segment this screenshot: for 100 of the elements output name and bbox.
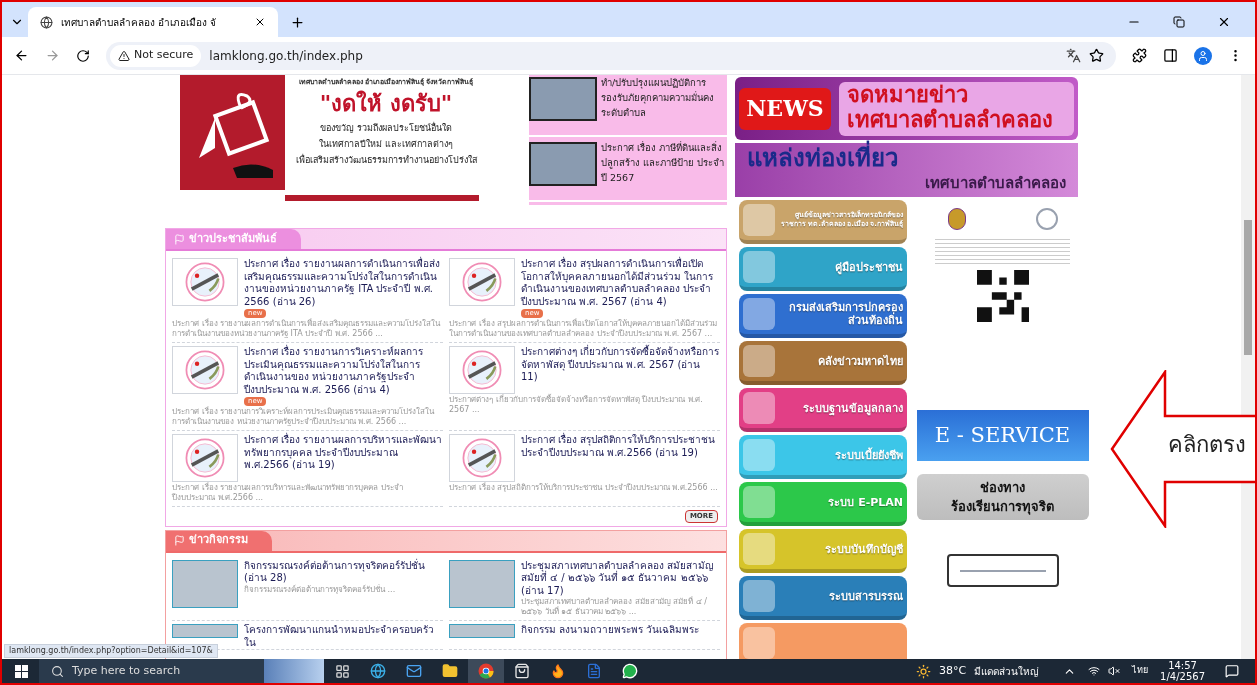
- extensions-icon[interactable]: [1132, 48, 1147, 63]
- close-tab-icon[interactable]: [254, 16, 266, 28]
- activity-title-link[interactable]: กิจกรรม ลงนามถวายพระพร วันเฉลิมพระ: [521, 624, 700, 637]
- news-summary: ประกาศ เรื่อง รายงานผลการดำเนินการเพื่อส่งเสริมคุณธรรมและความโปร่งใสในการดำเนินงานของหน่วยงานภาครัฐ ITA ประจำปี พ.ศ. 2566 ...: [172, 319, 442, 339]
- banner-text: ในเทศกาลปีใหม่ และเทศกาลต่างๆ: [319, 137, 453, 151]
- photo-placeholder: [172, 624, 238, 638]
- news-title-link[interactable]: ประกาศ เรื่อง สรุปผลการดำเนินการเพื่อเปิดโอกาสให้บุคคลภายนอกได้มีส่วนร่วม ในการดำเนินงานของเทศบาลตำบลลำคลอง ประจำปีงบประมาณ พ.ศ. 2567 (อ่าน 4): [521, 258, 720, 308]
- temperature-text[interactable]: 38°C: [938, 662, 967, 680]
- menu-link-button[interactable]: คลังข่าวมหาดไทย: [739, 341, 907, 385]
- activity-summary: ประชุมสภาเทศบาลตำบลลำคลอง สมัยสามัญ สมัยที่ ๔ / ๒๕๖๖ วันที่ ๑๕ ธันวาคม ๒๕๖๖ ...: [521, 597, 708, 617]
- seal-icon: [1035, 208, 1058, 230]
- warning-icon: [118, 49, 130, 62]
- task-view-icon[interactable]: [334, 663, 350, 679]
- weather-text[interactable]: มีแดดส่วนใหญ่: [974, 663, 1040, 679]
- new-tab-icon[interactable]: [290, 14, 305, 30]
- profile-avatar[interactable]: [1194, 46, 1212, 65]
- address-field[interactable]: Not secure lamklong.go.th/index.php: [106, 41, 1116, 70]
- emblem-thumbnail: [449, 434, 515, 482]
- flag-icon: [174, 535, 185, 546]
- menu-picture: [743, 251, 775, 283]
- site-icon: [40, 15, 53, 29]
- menu-link-button[interactable]: ระบบสารบรรณ: [739, 576, 907, 620]
- clock-date[interactable]: 1/4/2567: [1160, 671, 1205, 682]
- banner-title: จดหมายข่าว: [847, 81, 969, 107]
- newsletter-banner[interactable]: NEWS จดหมายข่าว เทศบาลตำบลลำคลอง: [735, 77, 1078, 140]
- activity-title-link[interactable]: กิจกรรมรณรงค์ต่อต้านการทุจริตคอร์รัปชั่น (อ่าน 28): [244, 559, 443, 585]
- side-panel-icon[interactable]: [1163, 48, 1178, 63]
- back-icon[interactable]: [14, 48, 29, 63]
- store-icon[interactable]: [514, 663, 530, 679]
- news-summary: ประกาศ เรื่อง สรุปผลการดำเนินการเพื่อเปิดโอกาสให้บุคคลภายนอกได้มีส่วนร่วม ในการดำเนินงานของเทศบาลตำบลลำคลอง ประจำปีงบประมาณ พ.ศ. 2567 ...: [449, 319, 719, 339]
- close-window-icon[interactable]: [1217, 15, 1231, 29]
- menu-picture: [743, 392, 775, 424]
- news-title-link[interactable]: ประกาศ เรื่อง รายงานการวิเคราะห์ผลการประเมินคุณธรรมและความโปร่งใสในการดำเนินงานของ หน่วยงานภาครัฐประจำปีงบประมาณ พ.ศ. 2566 (อ่าน 4): [244, 346, 443, 396]
- banner-subtitle: เทศบาลตำบลลำคลอง: [847, 106, 1054, 132]
- emblem-thumbnail: [449, 346, 515, 394]
- restore-icon[interactable]: [1173, 16, 1185, 28]
- news-link[interactable]: ประกาศ เรื่อง ภาษีที่ดินและสิ่งปลูกสร้าง และภาษีป้าย ประจำปี 2567: [601, 140, 727, 200]
- security-chip[interactable]: Not secure: [110, 44, 202, 67]
- document-icon[interactable]: [586, 663, 602, 679]
- complaint-button[interactable]: ช่องทาง ร้องเรียนการทุจริต: [916, 474, 1089, 520]
- activity-title-link[interactable]: ประชุมสภาเทศบาลตำบลลำคลอง สมัยสามัญ สมัยที่ ๔ / ๒๕๖๖ วันที่ ๑๕ ธันวาคม ๒๕๖๖ (อ่าน 17): [521, 559, 720, 597]
- news-summary: ประกาศต่างๆ เกี่ยวกับการจัดซื้อจัดจ้างหรือการจัดหาพัสดุ ปีงบประมาณ พ.ศ. 2567 ...: [449, 395, 704, 415]
- news-title-link[interactable]: ประกาศ เรื่อง สรุปสถิติการให้บริการประชาชน ประจำปีงบประมาณ พ.ศ.2566 (อ่าน 19): [521, 434, 720, 459]
- emblem-thumbnail: [172, 346, 238, 394]
- clock-time[interactable]: 14:57: [1168, 660, 1197, 671]
- menu-picture: [743, 533, 775, 565]
- qr-code-icon: [976, 270, 1029, 322]
- photo-placeholder: [172, 559, 238, 608]
- menu-picture: [743, 345, 775, 377]
- emblem-thumbnail: [172, 258, 238, 306]
- news-link[interactable]: ทำ/ปรับปรุงแผนปฏิบัติการรองรับภัยคุกคามความมั่นคงระดับตำบล: [601, 75, 727, 135]
- seal-icon: [947, 208, 966, 230]
- e-service-button[interactable]: E - SERVICE: [916, 410, 1089, 461]
- mail-icon[interactable]: [406, 663, 422, 679]
- flag-icon: [174, 233, 185, 245]
- windows-start-icon[interactable]: [15, 664, 28, 678]
- photo-placeholder: [529, 142, 597, 186]
- status-link-tooltip: lamklong.go.th/index.php?option=Detail&id=107&: [4, 644, 218, 658]
- notice-box[interactable]: [946, 554, 1059, 587]
- emblem-thumbnail: [172, 434, 238, 482]
- menu-picture: [743, 627, 775, 659]
- chrome-icon[interactable]: [478, 663, 494, 679]
- news-summary: ประกาศ เรื่อง รายงานผลการบริหารและพัฒนาทรัพยากรบุคคล ประจำปีงบประมาณ พ.ศ.2566 ...: [172, 483, 404, 503]
- forward-icon[interactable]: [45, 48, 60, 63]
- news-title-link[interactable]: ประกาศต่างๆ เกี่ยวกับการจัดซื้อจัดจ้างหรือการจัดหาพัสดุ ปีงบประมาณ พ.ศ. 2567 (อ่าน 11): [521, 346, 720, 384]
- news-summary: ประกาศ เรื่อง สรุปสถิติการให้บริการประชาชน ประจำปีงบประมาณ พ.ศ.2566 ...: [449, 483, 719, 493]
- banner-text: ของขวัญ รวมถึงผลประโยชน์อื่นใด: [320, 121, 452, 135]
- news-title-link[interactable]: ประกาศ เรื่อง รายงานผลการดำเนินการเพื่อส่งเสริมคุณธรรมและความโปร่งใสในการดำเนินงานของหน่วยงานภาครัฐ ITA ประจำปี พ.ศ. 2566 (อ่าน 26): [244, 258, 443, 308]
- menu-picture: [743, 439, 775, 471]
- browser-icon[interactable]: [370, 663, 386, 679]
- news-summary: ประกาศ เรื่อง รายงานการวิเคราะห์ผลการประเมินคุณธรรมและความโปร่งใสในการดำเนินงานของ หน่วยงานภาครัฐประจำปีงบประมาณ พ.ศ. 2566 ...: [172, 407, 436, 427]
- search-highlight-picture: [264, 659, 324, 683]
- flame-icon[interactable]: [550, 663, 566, 679]
- activity-title-link[interactable]: โครงการพัฒนาแกนนำหมอประจำครอบครัวใน: [244, 624, 443, 649]
- volume-muted-icon[interactable]: [1108, 665, 1121, 677]
- folder-icon[interactable]: [442, 663, 458, 679]
- news-title-link[interactable]: ประกาศ เรื่อง รายงานผลการบริหารและพัฒนาทรัพยากรบุคคล ประจำปีงบประมาณ พ.ศ.2566 (อ่าน 19): [244, 434, 443, 472]
- photo-placeholder: [449, 559, 515, 608]
- menu-picture: [743, 486, 775, 518]
- banner-subtitle: เทศบาลตำบลลำคลอง: [925, 173, 1066, 193]
- banner-slogan: "งดให้ งดรับ": [319, 89, 453, 118]
- photo-placeholder: [449, 624, 515, 638]
- callout-text: คลิกตรง: [1168, 431, 1246, 459]
- translate-icon[interactable]: [1066, 48, 1081, 63]
- emblem-thumbnail: [449, 258, 515, 306]
- bookmark-star-icon[interactable]: [1089, 48, 1104, 63]
- menu-link-button[interactable]: กรมส่งเสริมการปกครองส่วนท้องถิ่น: [739, 294, 907, 338]
- activity-summary: กิจกรรมรณรงค์ต่อต้านการทุจริตคอร์รัปชั่น ...: [244, 584, 397, 595]
- taskbar-search-field[interactable]: Type here to search: [39, 659, 264, 683]
- menu-picture: [743, 204, 775, 236]
- reload-icon[interactable]: [76, 48, 90, 63]
- browser-tab[interactable]: เทศบาลตำบลลำคลอง อำเภอเมือง จั: [28, 7, 278, 37]
- banner-text: เพื่อเสริมสร้างวัฒนธรรมการทำงานอย่างโปร่งใส: [295, 153, 477, 167]
- weather-icon[interactable]: [915, 663, 931, 679]
- wifi-icon[interactable]: [1088, 665, 1101, 677]
- chat-icon[interactable]: [622, 663, 638, 679]
- notifications-icon[interactable]: [1225, 664, 1239, 678]
- language-indicator[interactable]: ไทย: [1132, 664, 1149, 678]
- menu-picture: [743, 580, 775, 612]
- menu-link-button[interactable]: ระบบฐานข้อมูลกลาง: [739, 388, 907, 432]
